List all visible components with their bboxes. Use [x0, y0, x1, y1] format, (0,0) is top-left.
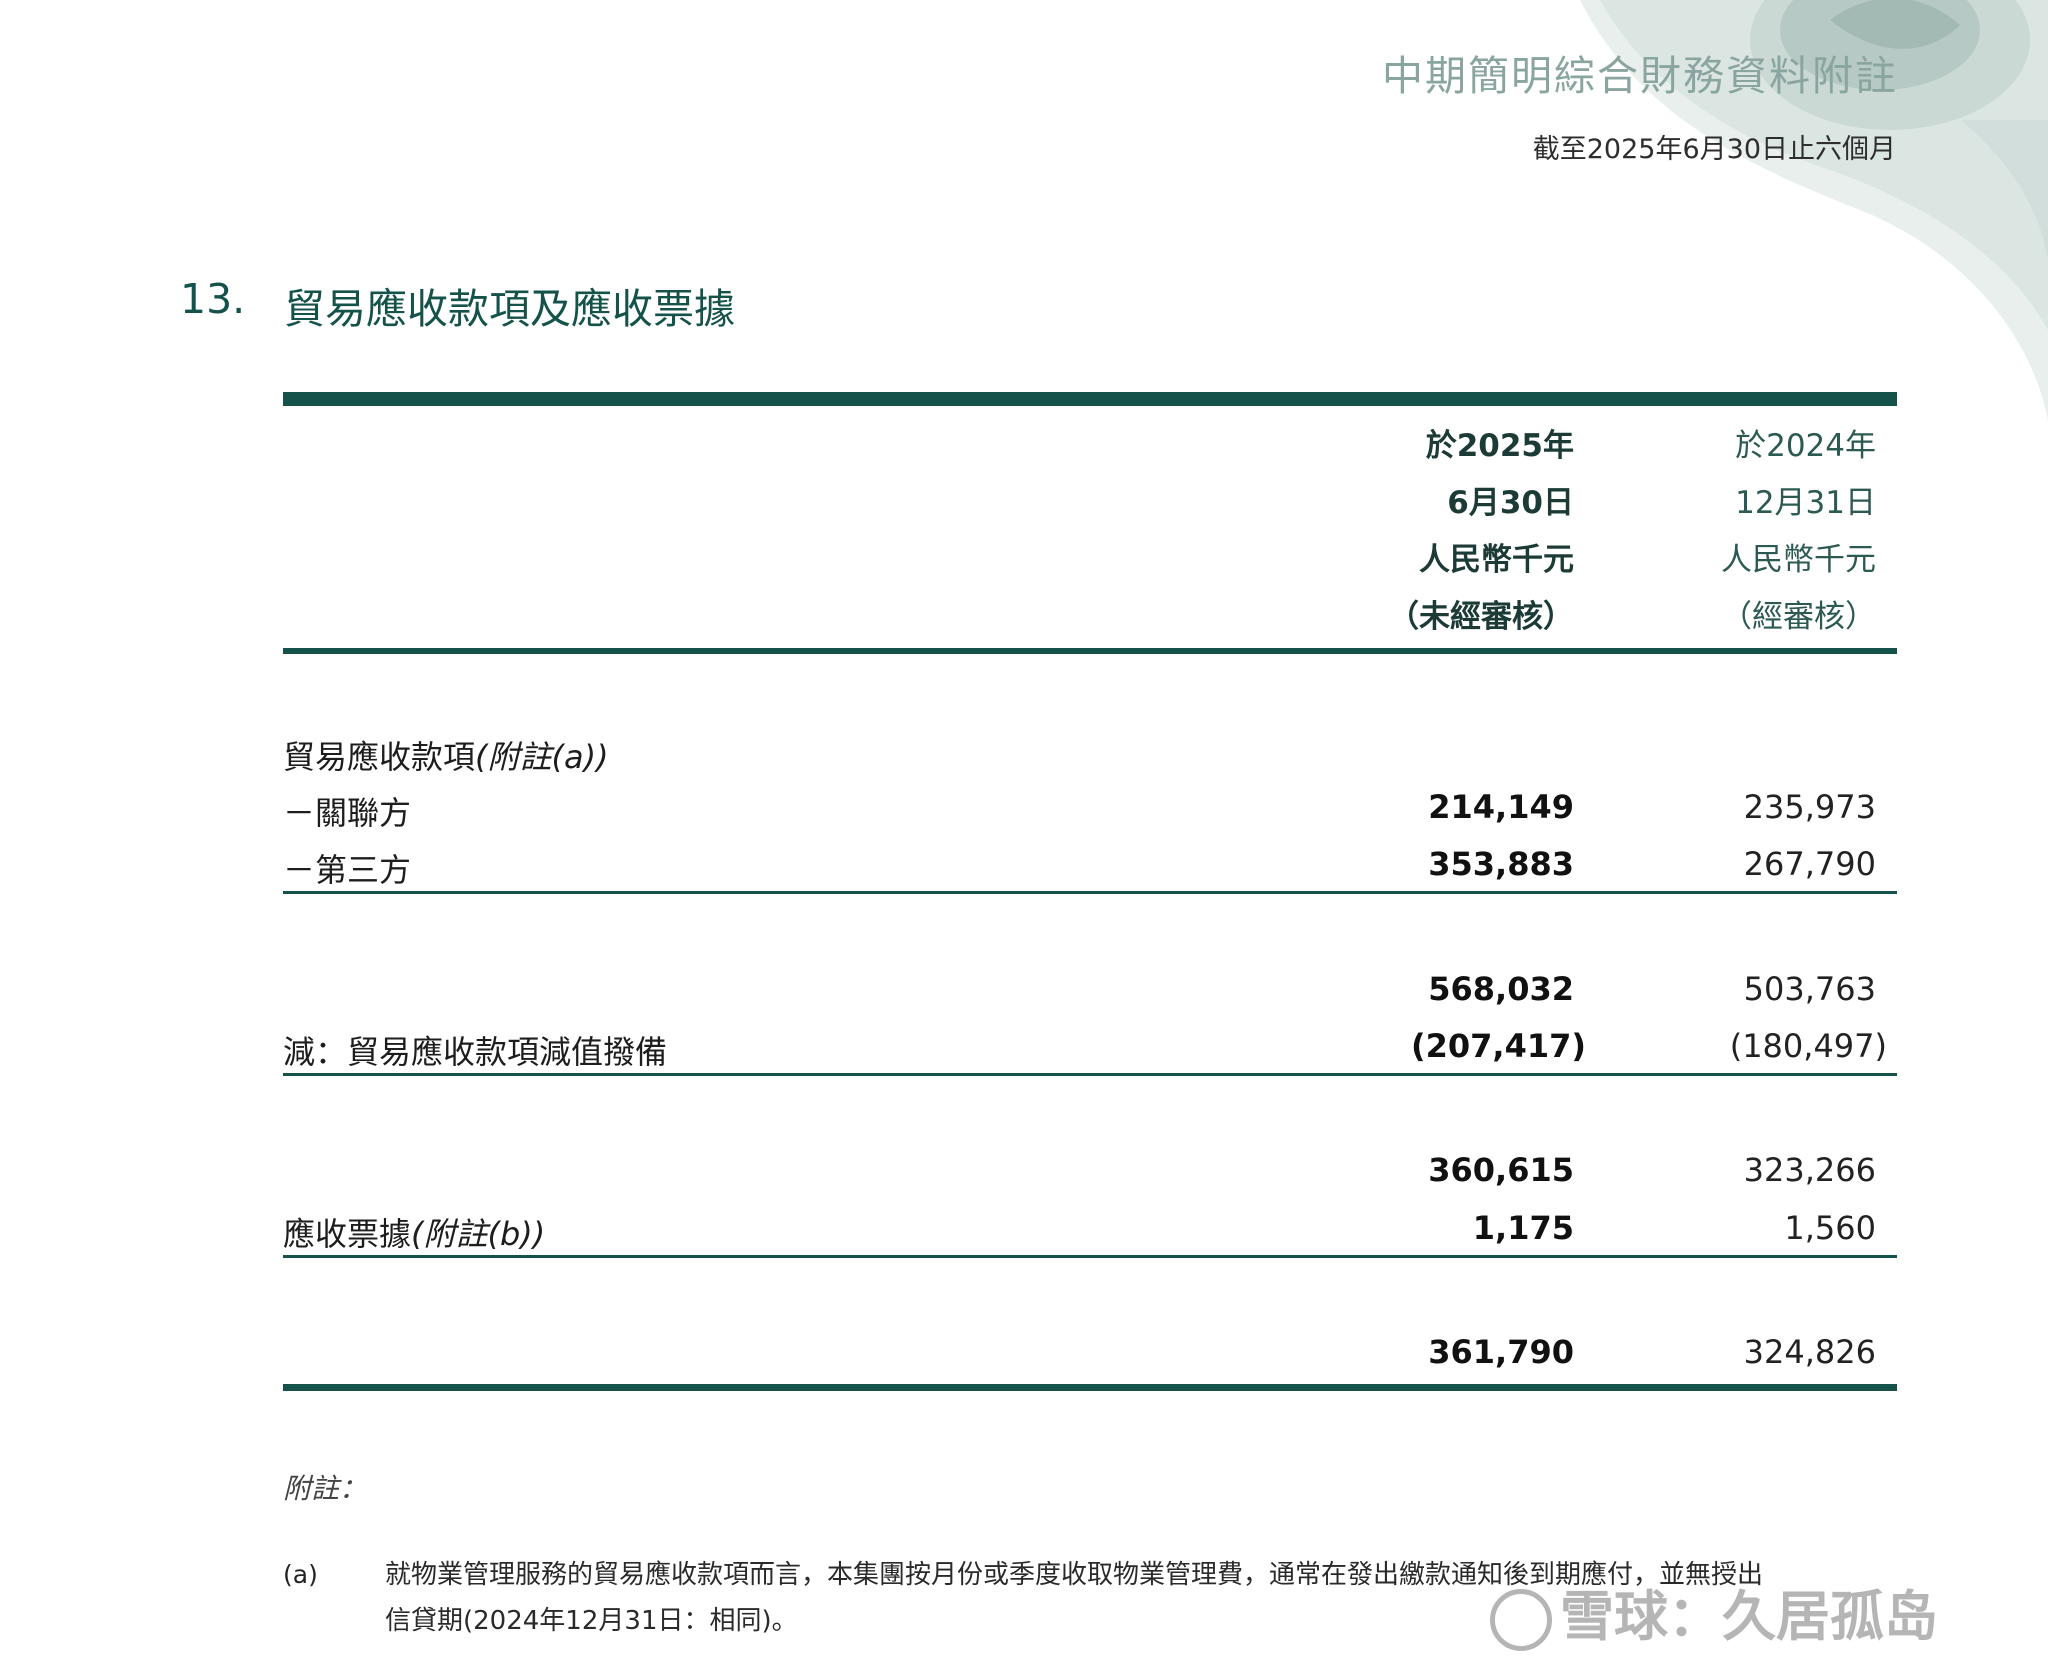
- column-header-previous-year: 於2024年: [1735, 428, 1876, 464]
- value-impairment-current: (207,417): [1411, 1027, 1586, 1065]
- value-third-party-previous: 267,790: [1743, 845, 1876, 883]
- row-label-impairment: 減：貿易應收款項減值撥備: [283, 1033, 668, 1071]
- notes-heading: 附註：: [283, 1472, 368, 1505]
- column-header-previous-unit: 人民幣千元: [1721, 542, 1876, 578]
- column-header-current: 於2025年 6月30日 人民幣千元 （未經審核）: [1388, 418, 1574, 646]
- row-label-notes-receivable: 應收票據(附註(b)): [283, 1209, 545, 1255]
- value-related-party-previous: 235,973: [1743, 788, 1876, 826]
- notes-receivable-note-ref: (附註(b)): [411, 1215, 546, 1253]
- value-total-current: 361,790: [1428, 1333, 1574, 1371]
- watermark-logo-icon: [1490, 1589, 1552, 1652]
- note-a-label: (a): [283, 1560, 318, 1589]
- value-notes-receivable-previous: 1,560: [1784, 1209, 1876, 1247]
- column-header-current-audit: （未經審核）: [1388, 599, 1574, 635]
- value-impairment-previous: (180,497): [1729, 1027, 1887, 1065]
- value-subtotal1-current: 568,032: [1428, 970, 1574, 1008]
- trade-receivables-text: 貿易應收款項: [283, 738, 476, 776]
- subtotal-rule-3: [283, 1255, 1897, 1258]
- header-bottom-rule: [283, 648, 1897, 654]
- subtotal-rule-1: [283, 891, 1897, 894]
- column-header-previous: 於2024年 12月31日 人民幣千元 （經審核）: [1721, 418, 1876, 646]
- row-label-trade-receivables: 貿易應收款項(附註(a)): [283, 732, 609, 778]
- value-notes-receivable-current: 1,175: [1472, 1209, 1574, 1247]
- value-total-previous: 324,826: [1743, 1333, 1876, 1371]
- column-header-previous-audit: （經審核）: [1721, 599, 1876, 635]
- value-subtotal2-current: 360,615: [1428, 1151, 1574, 1189]
- column-header-current-unit: 人民幣千元: [1419, 542, 1574, 578]
- notes-receivable-text: 應收票據: [283, 1215, 412, 1253]
- value-related-party-current: 214,149: [1428, 788, 1574, 826]
- value-subtotal1-previous: 503,763: [1743, 970, 1876, 1008]
- value-subtotal2-previous: 323,266: [1743, 1151, 1876, 1189]
- column-header-current-year: 於2025年: [1425, 428, 1574, 464]
- page-header-subtitle: 截至2025年6月30日止六個月: [1532, 134, 1896, 165]
- watermark-text: 雪球：久居孤岛: [1560, 1585, 1938, 1648]
- table-top-rule: [283, 392, 1897, 406]
- column-header-previous-date: 12月31日: [1735, 485, 1876, 521]
- page-header-title: 中期簡明綜合財務資料附註: [1382, 52, 1898, 100]
- subtotal-rule-2: [283, 1073, 1897, 1076]
- trade-receivables-note-ref: (附註(a)): [475, 738, 609, 776]
- value-third-party-current: 353,883: [1428, 845, 1574, 883]
- row-label-third-party: －第三方: [283, 851, 412, 889]
- column-header-current-date: 6月30日: [1447, 485, 1574, 521]
- table-bottom-rule: [283, 1384, 1897, 1391]
- watermark: 雪球：久居孤岛: [1490, 1572, 1938, 1652]
- section-title: 貿易應收款項及應收票據: [284, 285, 735, 333]
- section-number: 13.: [180, 275, 246, 323]
- row-label-related-party: －關聯方: [283, 794, 412, 832]
